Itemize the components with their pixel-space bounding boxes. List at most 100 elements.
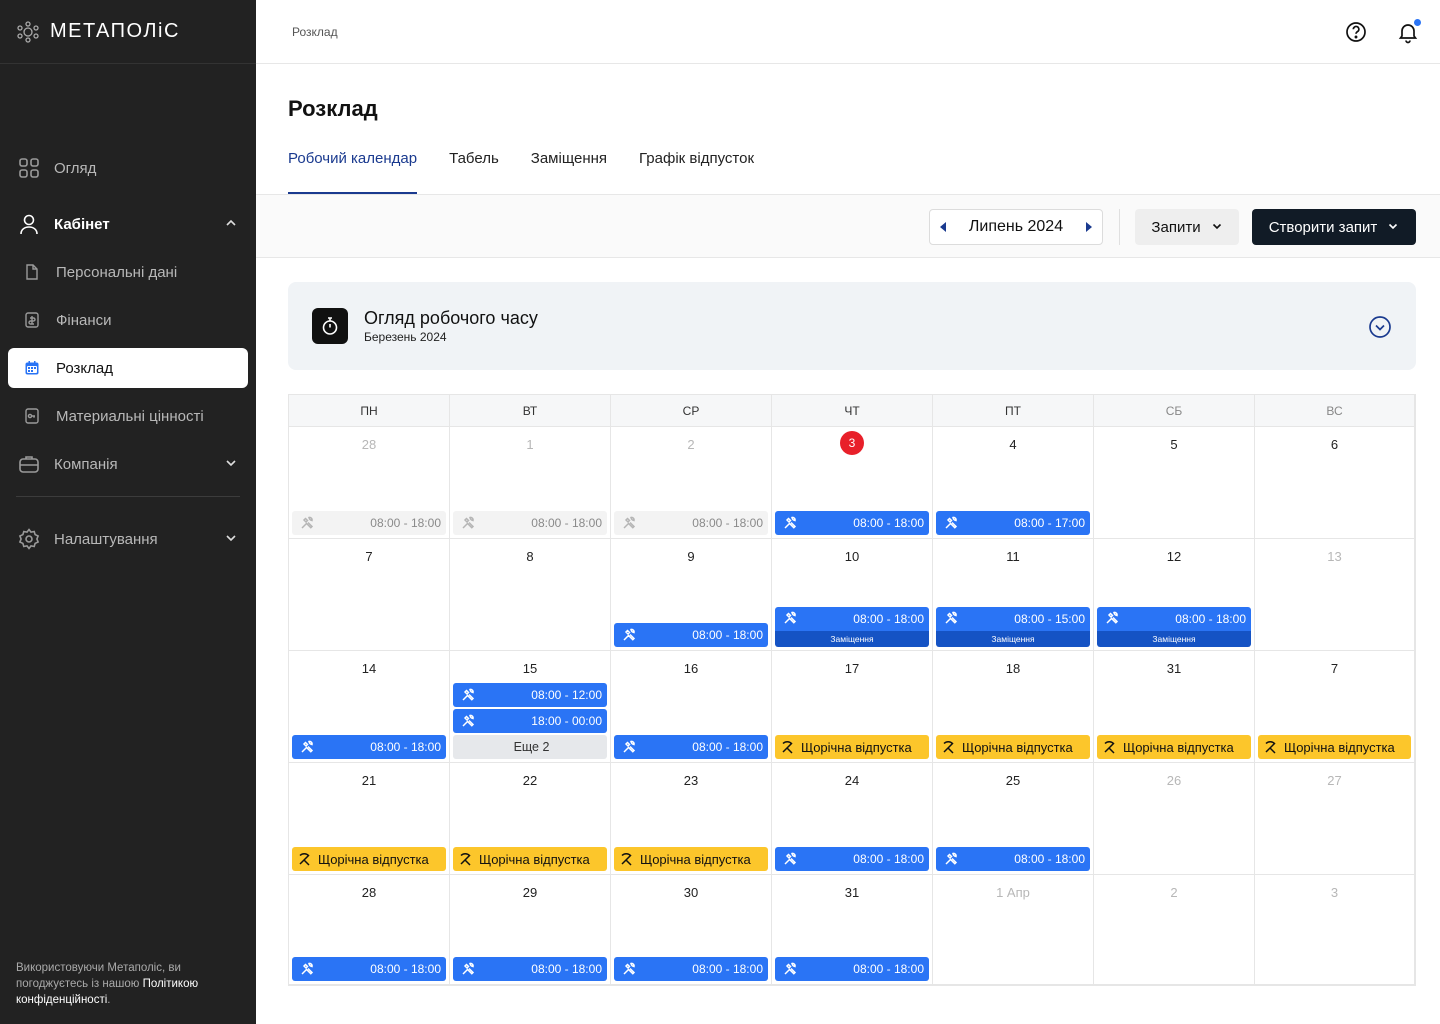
today-marker: 3 xyxy=(840,431,864,455)
calendar-day-cell[interactable]: 2 08:00 - 18:00 xyxy=(611,427,772,539)
calendar-day-cell[interactable]: 31 Щорічна відпустка xyxy=(1094,651,1255,763)
calendar-day-cell[interactable]: 27 xyxy=(1255,763,1415,875)
day-number: 17 xyxy=(844,661,860,676)
calendar-day-cell[interactable]: 22 Щорічна відпустка xyxy=(450,763,611,875)
tab-timesheet[interactable]: Табель xyxy=(449,150,499,194)
calendar-day-cell[interactable]: 14 08:00 - 18:00 xyxy=(289,651,450,763)
hammer-wrench-icon xyxy=(300,516,314,530)
vacation-label: Щорічна відпустка xyxy=(801,739,912,755)
work-shift-event[interactable]: 08:00 - 12:00 xyxy=(453,683,607,707)
vacation-event[interactable]: Щорічна відпустка xyxy=(292,847,446,871)
calendar-day-cell[interactable]: 29 08:00 - 18:00 xyxy=(450,875,611,985)
toolbar-divider xyxy=(1119,209,1120,245)
vacation-event[interactable]: Щорічна відпустка xyxy=(1258,735,1411,759)
calendar-day-cell[interactable]: 23 Щорічна відпустка xyxy=(611,763,772,875)
work-shift-event[interactable]: 08:00 - 17:00 xyxy=(936,511,1090,535)
past-shift-event[interactable]: 08:00 - 18:00 xyxy=(453,511,607,535)
logo-icon xyxy=(16,20,40,44)
substitution-shift-event[interactable]: 08:00 - 18:00 Заміщення xyxy=(1097,607,1251,647)
calendar-day-cell[interactable]: 30 08:00 - 18:00 xyxy=(611,875,772,985)
work-shift-event[interactable]: 18:00 - 00:00 xyxy=(453,709,607,733)
create-request-button[interactable]: Створити запит xyxy=(1252,209,1416,245)
vacation-event[interactable]: Щорічна відпустка xyxy=(1097,735,1251,759)
tab-vacation-schedule[interactable]: Графік відпусток xyxy=(639,150,754,194)
next-month-button[interactable] xyxy=(1086,222,1092,232)
prev-month-button[interactable] xyxy=(940,222,946,232)
past-shift-event[interactable]: 08:00 - 18:00 xyxy=(614,511,768,535)
calendar-day-cell[interactable]: 15 Еще 2 18:00 - 00:00 08:00 - 12:00 xyxy=(450,651,611,763)
breadcrumb[interactable]: Розклад xyxy=(292,25,338,39)
work-shift-event[interactable]: 08:00 - 18:00 xyxy=(614,623,768,647)
calendar-day-cell[interactable]: 1 08:00 - 18:00 xyxy=(450,427,611,539)
calendar-day-cell[interactable]: 5 xyxy=(1094,427,1255,539)
shift-time: 08:00 - 18:00 xyxy=(370,740,441,754)
calendar-day-cell[interactable]: 24 08:00 - 18:00 xyxy=(772,763,933,875)
sidebar-item-company[interactable]: Компанія xyxy=(8,444,248,484)
tab-substitutions[interactable]: Заміщення xyxy=(531,150,607,194)
sidebar-item-assets[interactable]: Материальні цінності xyxy=(8,396,248,436)
vacation-event[interactable]: Щорічна відпустка xyxy=(614,847,768,871)
calendar-day-cell[interactable]: 7 Щорічна відпустка xyxy=(1255,651,1415,763)
calendar-day-cell[interactable]: 26 xyxy=(1094,763,1255,875)
weekday-label: ПН xyxy=(289,395,450,427)
past-shift-event[interactable]: 08:00 - 18:00 xyxy=(292,511,446,535)
calendar-day-cell[interactable]: 2 xyxy=(1094,875,1255,985)
vacation-event[interactable]: Щорічна відпустка xyxy=(775,735,929,759)
calendar-day-cell[interactable]: 4 08:00 - 17:00 xyxy=(933,427,1094,539)
work-shift-event[interactable]: 08:00 - 18:00 xyxy=(936,847,1090,871)
work-shift-event[interactable]: 08:00 - 18:00 xyxy=(453,957,607,981)
calendar-day-cell[interactable]: 8 xyxy=(450,539,611,651)
sidebar-item-schedule[interactable]: Розклад xyxy=(8,348,248,388)
calendar-day-cell[interactable]: 18 Щорічна відпустка xyxy=(933,651,1094,763)
more-events-button[interactable]: Еще 2 xyxy=(453,735,607,759)
calendar-day-cell[interactable]: 21 Щорічна відпустка xyxy=(289,763,450,875)
hammer-wrench-icon xyxy=(461,516,475,530)
calendar-day-cell[interactable]: 9 08:00 - 18:00 xyxy=(611,539,772,651)
substitution-shift-event[interactable]: 08:00 - 15:00 Заміщення xyxy=(936,607,1090,647)
calendar-day-cell[interactable]: 31 08:00 - 18:00 xyxy=(772,875,933,985)
calendar-day-cell[interactable]: 17 Щорічна відпустка xyxy=(772,651,933,763)
substitution-label: Заміщення xyxy=(1097,631,1251,647)
sidebar-item-settings[interactable]: Налаштування xyxy=(8,519,248,559)
current-month: Липень 2024 xyxy=(968,218,1064,235)
calendar-day-cell[interactable]: 1 Апр xyxy=(933,875,1094,985)
sidebar-item-personal-data[interactable]: Персональні дані xyxy=(8,252,248,292)
bell-icon[interactable] xyxy=(1396,19,1421,49)
calendar-day-cell[interactable]: 3 xyxy=(1255,875,1415,985)
logo[interactable]: МЕТАПОЛіС xyxy=(0,0,256,64)
calendar-day-cell[interactable]: 28 08:00 - 18:00 xyxy=(289,427,450,539)
vacation-event[interactable]: Щорічна відпустка xyxy=(936,735,1090,759)
help-circle-icon[interactable] xyxy=(1344,20,1368,49)
work-shift-event[interactable]: 08:00 - 18:00 xyxy=(775,957,929,981)
day-number: 30 xyxy=(683,885,699,900)
calendar-day-cell[interactable]: 7 xyxy=(289,539,450,651)
vacation-event[interactable]: Щорічна відпустка xyxy=(453,847,607,871)
sidebar-item-finances[interactable]: Фінанси xyxy=(8,300,248,340)
calendar-day-cell[interactable]: 28 08:00 - 18:00 xyxy=(289,875,450,985)
work-shift-event[interactable]: 08:00 - 18:00 xyxy=(292,735,446,759)
requests-dropdown[interactable]: Запити xyxy=(1135,209,1239,245)
work-shift-event[interactable]: 08:00 - 18:00 xyxy=(292,957,446,981)
hammer-wrench-icon xyxy=(944,516,958,530)
expand-chevron-icon[interactable] xyxy=(1368,315,1392,344)
work-shift-event[interactable]: 08:00 - 18:00 xyxy=(614,735,768,759)
calendar-day-cell[interactable]: 13 xyxy=(1255,539,1415,651)
hammer-wrench-icon xyxy=(622,962,636,976)
calendar-day-cell[interactable]: 3 08:00 - 18:00 xyxy=(772,427,933,539)
calendar-day-cell[interactable]: 10 08:00 - 18:00 Заміщення xyxy=(772,539,933,651)
beach-icon xyxy=(459,852,473,866)
substitution-shift-event[interactable]: 08:00 - 18:00 Заміщення xyxy=(775,607,929,647)
weekday-label: СБ xyxy=(1094,395,1255,427)
calendar-day-cell[interactable]: 16 08:00 - 18:00 xyxy=(611,651,772,763)
calendar-day-cell[interactable]: 6 xyxy=(1255,427,1415,539)
calendar-day-cell[interactable]: 11 08:00 - 15:00 Заміщення xyxy=(933,539,1094,651)
tab-work-calendar[interactable]: Робочий календар xyxy=(288,150,418,194)
work-shift-event[interactable]: 08:00 - 18:00 xyxy=(614,957,768,981)
calendar-day-cell[interactable]: 25 08:00 - 18:00 xyxy=(933,763,1094,875)
logo-text: МЕТАПОЛіС xyxy=(50,20,180,42)
sidebar-item-cabinet[interactable]: Кабінет xyxy=(8,204,248,244)
work-shift-event[interactable]: 08:00 - 18:00 xyxy=(775,847,929,871)
work-shift-event[interactable]: 08:00 - 18:00 xyxy=(775,511,929,535)
sidebar-item-overview[interactable]: Огляд xyxy=(8,148,248,188)
calendar-day-cell[interactable]: 12 08:00 - 18:00 Заміщення xyxy=(1094,539,1255,651)
